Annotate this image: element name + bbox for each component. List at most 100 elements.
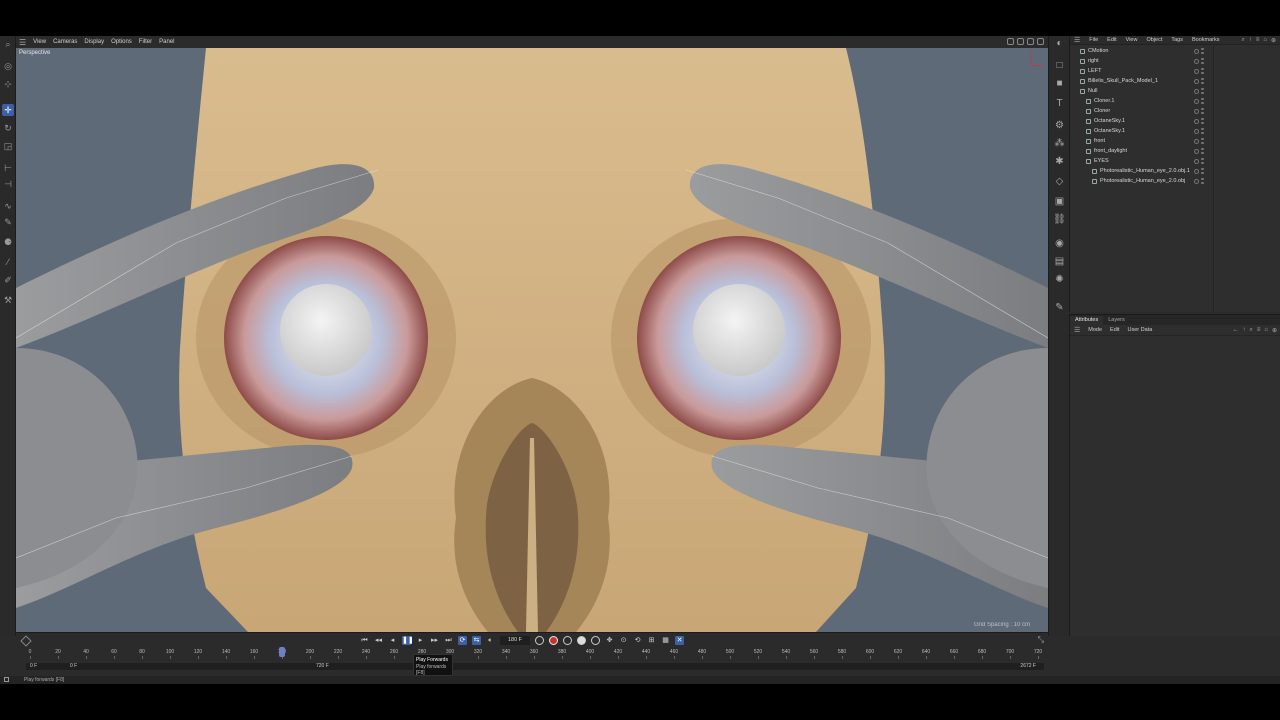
attributes-menu-icon[interactable]: ☰ [1074,326,1080,334]
menu-mode[interactable]: Mode [1088,327,1102,333]
object-name[interactable]: Billelis_Skull_Pack_Model_1 [1088,78,1158,84]
autokey-icon[interactable] [535,636,544,645]
perspective-viewport[interactable]: Perspective Grid Spacing : 10 cm [16,48,1048,632]
brush-tool-icon[interactable]: ⁄ [2,256,14,268]
menu-display[interactable]: Display [84,39,104,45]
object-row[interactable]: front_daylight [1070,146,1280,156]
new-window-icon[interactable]: ⊕ [1272,327,1277,334]
move-view-icon[interactable] [1007,38,1014,45]
object-name[interactable]: LEFT [1088,68,1101,74]
object-name[interactable]: Photorealistic_Human_eye_2.0.obj [1100,178,1185,184]
object-row[interactable]: OctaneSky.1 [1070,116,1280,126]
object-row[interactable]: front [1070,136,1280,146]
generator-icon[interactable]: ⚙ [1053,120,1066,133]
record-position-icon[interactable] [577,636,586,645]
filter-icon[interactable]: ≡ [1256,37,1260,44]
editor-render-dots-icon[interactable] [1201,98,1204,104]
menu-view[interactable]: View [33,39,46,45]
menu-bookmarks[interactable]: Bookmarks [1192,37,1220,43]
object-row[interactable]: Photorealistic_Human_eye_2.0.obj [1070,176,1280,186]
next-frame-icon[interactable]: ▸ [416,636,425,645]
play-forwards-button[interactable]: ❚❚ [402,636,414,645]
layer-visibility-icon[interactable] [1194,138,1199,144]
loop-icon[interactable]: ⟳ [458,636,467,645]
editor-render-dots-icon[interactable] [1201,168,1204,174]
go-to-start-icon[interactable]: ⏮ [360,636,369,645]
editor-render-dots-icon[interactable] [1201,128,1204,134]
go-to-end-icon[interactable]: ⏭ [444,636,453,645]
layer-visibility-icon[interactable] [1194,108,1199,114]
point-level-icon[interactable]: ⊞ [647,636,656,645]
scale-tool-icon[interactable]: ◲ [2,140,14,152]
current-frame-field[interactable]: 180 F [500,636,530,645]
new-window-icon[interactable]: ⊕ [1271,37,1276,44]
rotate-tool-icon[interactable]: ↻ [2,122,14,134]
octane-icon[interactable]: ✺ [1053,274,1066,287]
object-menu-icon[interactable]: ☰ [1074,36,1080,44]
object-name[interactable]: Cloner [1094,108,1110,114]
transform-tool-icon[interactable]: ⊣ [2,178,14,190]
param-icon[interactable]: ▦ [661,636,670,645]
range-start-field[interactable]: 0 F [30,663,37,670]
filter-icon[interactable]: ≡ [1257,327,1261,334]
layer-visibility-icon[interactable] [1194,78,1199,84]
editor-render-dots-icon[interactable] [1201,158,1204,164]
menu-panel[interactable]: Panel [159,39,174,45]
object-name[interactable]: Null [1088,88,1097,94]
cube-outline-icon[interactable]: □ [1053,60,1066,73]
layout-icon[interactable]: ◐ [1053,38,1066,51]
object-row[interactable]: CMotion [1070,46,1280,56]
layer-visibility-icon[interactable] [1194,58,1199,64]
sound-icon[interactable]: 🔈︎ [486,636,495,645]
object-row[interactable]: Billelis_Skull_Pack_Model_1 [1070,76,1280,86]
range-end-field[interactable]: 2672 F [1020,663,1036,670]
light-icon[interactable]: ▤ [1053,256,1066,269]
rotate-key-icon[interactable]: ⟲ [633,636,642,645]
preview-range-icon[interactable]: ⇆ [472,636,481,645]
camera-icon[interactable]: ◉ [1053,238,1066,251]
paint-tool-icon[interactable]: ⚈ [2,236,14,248]
back-arrow-icon[interactable]: ← [1232,327,1238,334]
object-row[interactable]: Photorealistic_Human_eye_2.0.obj.1 [1070,166,1280,176]
pla-icon[interactable]: ✕ [675,636,684,645]
layer-visibility-icon[interactable] [1194,68,1199,74]
menu-cameras[interactable]: Cameras [53,39,77,45]
move-key-icon[interactable]: ✥ [605,636,614,645]
editor-render-dots-icon[interactable] [1201,118,1204,124]
next-key-icon[interactable]: ▸▸ [430,636,439,645]
object-row[interactable]: OctaneSky.1 [1070,126,1280,136]
pen-tool-icon[interactable]: ✎ [2,216,14,228]
menu-options[interactable]: Options [111,39,132,45]
editor-render-dots-icon[interactable] [1201,138,1204,144]
search-icon[interactable]: ⌕ [1241,37,1244,44]
layer-visibility-icon[interactable] [1194,98,1199,104]
text-icon[interactable]: T [1053,98,1066,111]
cube-icon[interactable]: ■ [1053,78,1066,91]
menu-file[interactable]: File [1089,37,1098,43]
object-row[interactable]: Null [1070,86,1280,96]
menu-user-data[interactable]: User Data [1128,327,1153,333]
menu-object[interactable]: Object [1146,37,1162,43]
object-name[interactable]: Cloner.1 [1094,98,1115,104]
up-arrow-icon[interactable]: ↑ [1242,327,1245,334]
object-name[interactable]: front [1094,138,1105,144]
editor-render-dots-icon[interactable] [1201,58,1204,64]
zoom-view-icon[interactable] [1017,38,1024,45]
timeline-ruler[interactable]: 0204060801001201401601802002202402602803… [26,647,1044,659]
playhead-marker[interactable] [279,647,285,657]
object-name[interactable]: OctaneSky.1 [1094,128,1125,134]
layer-visibility-icon[interactable] [1194,88,1199,94]
object-name[interactable]: EYES [1094,158,1109,164]
keyframe-selection-icon[interactable] [563,636,572,645]
editor-render-dots-icon[interactable] [1201,178,1204,184]
object-name[interactable]: CMotion [1088,48,1108,54]
brush-settings-icon[interactable]: ✎ [1053,302,1066,315]
editor-render-dots-icon[interactable] [1201,68,1204,74]
search-icon[interactable]: ⌕ [1249,327,1252,334]
scale-key-icon[interactable]: ⊙ [619,636,628,645]
layer-visibility-icon[interactable] [1194,158,1199,164]
range-slider[interactable]: 0 F 0 F 720 F 2672 F [26,663,1044,670]
knife-tool-icon[interactable]: ⚒ [2,294,14,306]
toggle-view-icon[interactable] [1037,38,1044,45]
object-row[interactable]: EYES [1070,156,1280,166]
